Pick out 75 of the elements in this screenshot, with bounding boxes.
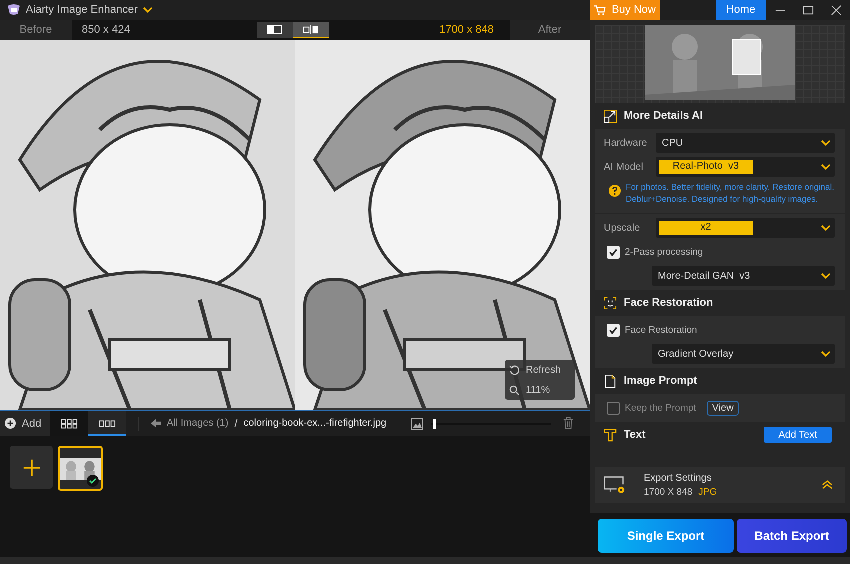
- export-title: Export Settings: [644, 472, 713, 484]
- chevron-down-icon[interactable]: [142, 7, 153, 13]
- section-title: More Details AI: [624, 110, 704, 122]
- dropdown[interactable]: x2: [656, 218, 835, 238]
- breadcrumb-separator: /: [234, 418, 238, 430]
- enhance-icon: [604, 110, 617, 122]
- add-button[interactable]: Add: [0, 411, 50, 436]
- batch-export-button[interactable]: Batch Export: [737, 519, 847, 553]
- plus-circle-icon: [5, 418, 16, 429]
- dropdown[interactable]: CPU: [656, 133, 835, 153]
- export-settings-card[interactable]: Export Settings 1700 X 848 JPG: [595, 467, 845, 503]
- section-title: Face Restoration: [624, 297, 714, 309]
- before-label: Before: [0, 20, 72, 40]
- add-text-button[interactable]: Add Text: [764, 427, 832, 443]
- split-view-icon: [303, 24, 319, 34]
- selected-option-highlight: x2: [659, 221, 753, 235]
- text-icon: [604, 428, 617, 442]
- strip-view-button[interactable]: [88, 411, 126, 436]
- section-title: Image Prompt: [624, 375, 698, 387]
- selected-option: CPU: [659, 138, 821, 148]
- monitor-gear-icon: [604, 476, 626, 494]
- face-scan-icon: [604, 296, 617, 310]
- close-icon: [830, 4, 842, 16]
- before-size: 850 x 424: [82, 24, 130, 36]
- double-chevron-up-icon[interactable]: [822, 480, 833, 490]
- strip-icon: [98, 418, 116, 428]
- app-logo-icon: [7, 4, 21, 16]
- back-arrow-icon[interactable]: [151, 419, 161, 428]
- export-size: 1700 X 848: [644, 486, 693, 498]
- checkbox[interactable]: [607, 402, 620, 414]
- chevron-down-icon: [821, 351, 831, 357]
- checkbox-label: Face Restoration: [625, 324, 698, 336]
- app-title: Aiarty Image Enhancer: [26, 4, 138, 16]
- after-label: After: [510, 20, 590, 40]
- image-icon: [411, 418, 423, 430]
- checkbox-label: 2-Pass processing: [625, 246, 704, 258]
- dropdown[interactable]: Real-Photo v3: [656, 157, 835, 177]
- dropdown[interactable]: Gradient Overlay: [652, 344, 835, 364]
- file-name: coloring-book-ex...-firefighter.jpg: [244, 418, 387, 429]
- model-description: For photos. Better fidelity, more clarity. Restore original. Deblur+Denoise. Designed for high-quality images.: [626, 181, 835, 205]
- trash-icon[interactable]: [563, 417, 574, 430]
- after-size: 1700 x 848: [440, 24, 494, 36]
- maximize-icon: [802, 4, 814, 16]
- refresh-button[interactable]: Refresh: [505, 360, 575, 380]
- grid-view-button[interactable]: [50, 411, 88, 436]
- checkbox-label: Keep the Prompt: [625, 402, 696, 414]
- plus-icon: [22, 458, 40, 476]
- single-view-button[interactable]: [257, 22, 293, 38]
- chevron-down-icon: [821, 140, 831, 146]
- add-image-button[interactable]: [10, 446, 53, 489]
- field-label: Upscale: [603, 222, 642, 234]
- chevron-down-icon: [821, 273, 831, 279]
- image-thumbnail[interactable]: [58, 446, 103, 491]
- refresh-icon: [509, 364, 520, 376]
- single-view-icon: [267, 25, 283, 35]
- selected-option-highlight: Real-Photo v3: [659, 160, 753, 174]
- dropdown[interactable]: More-Detail GAN v3: [652, 266, 835, 286]
- zoom-dropdown[interactable]: 111%: [505, 380, 575, 400]
- field-label: AI Model: [603, 162, 644, 172]
- export-format: JPG: [698, 486, 718, 498]
- field-label: Hardware: [603, 138, 648, 148]
- single-export-button[interactable]: Single Export: [598, 519, 734, 553]
- split-view-button[interactable]: [293, 22, 329, 38]
- document-icon: [604, 374, 617, 388]
- view-button[interactable]: View: [707, 400, 739, 416]
- grid-icon: [60, 418, 78, 428]
- home-button[interactable]: Home: [716, 0, 766, 20]
- slider-thumb[interactable]: [433, 418, 436, 428]
- chevron-down-icon: [821, 225, 831, 231]
- help-icon[interactable]: [609, 185, 621, 197]
- breadcrumb-link[interactable]: All Images (1): [167, 418, 229, 429]
- chevron-down-icon: [821, 164, 831, 170]
- zoom-icon: [509, 384, 520, 396]
- cart-icon: [594, 4, 606, 16]
- section-title: Text: [624, 429, 647, 441]
